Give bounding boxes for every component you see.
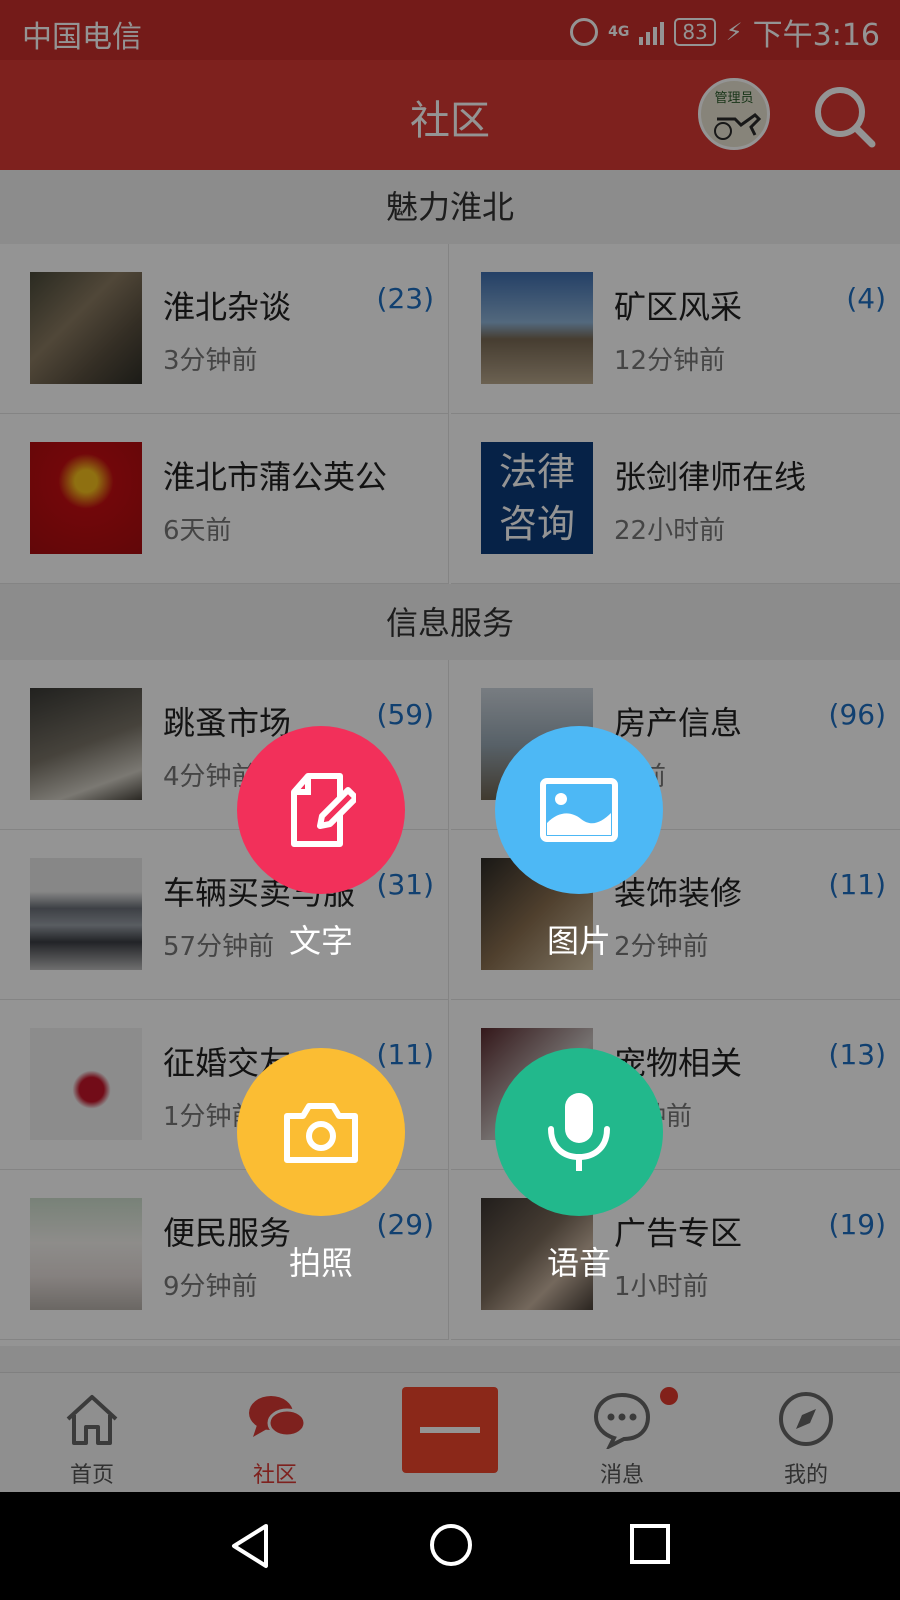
edit-document-icon — [291, 773, 356, 847]
image-post-label: 图片 — [546, 922, 611, 960]
home-circle-icon[interactable] — [428, 1522, 474, 1572]
back-icon[interactable] — [228, 1522, 272, 1574]
camera-icon — [284, 1103, 358, 1163]
image-post-button[interactable] — [495, 726, 663, 894]
microphone-icon — [548, 1093, 610, 1171]
voice-post-button[interactable] — [495, 1048, 663, 1216]
image-icon — [540, 778, 618, 842]
system-nav-bar — [0, 1492, 900, 1600]
text-post-label: 文字 — [288, 922, 353, 960]
recents-icon[interactable] — [628, 1522, 672, 1570]
photo-post-button[interactable] — [237, 1048, 405, 1216]
text-post-button[interactable] — [237, 726, 405, 894]
voice-post-label: 语音 — [546, 1244, 611, 1282]
photo-post-label: 拍照 — [288, 1244, 353, 1282]
dim-overlay[interactable] — [0, 0, 900, 1492]
